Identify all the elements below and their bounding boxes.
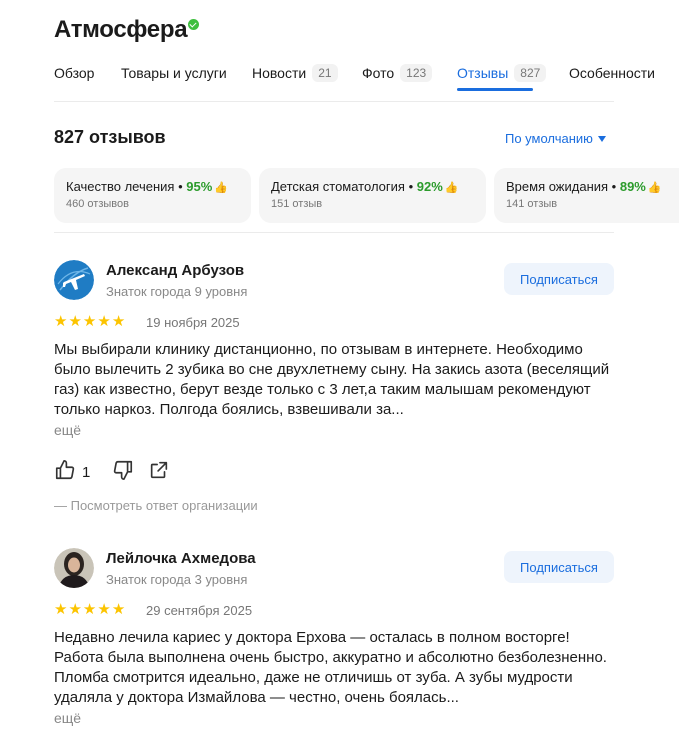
tabs-divider [54,101,614,102]
avatar[interactable] [54,260,94,300]
review-date: 29 сентября 2025 [146,603,253,618]
tab-photos-count: 123 [400,64,433,82]
aspect-percent: 95% [186,179,213,194]
aspect-percent: 92% [416,179,443,194]
author-name[interactable]: Александ Арбузов [106,262,244,279]
review-card: Лейлочка Ахмедова Знаток города 3 уровня… [54,548,614,735]
aspect-card[interactable]: Детская стоматология • 92% 👍 151 отзыв [259,168,486,223]
tab-reviews[interactable]: Отзывы 827 [457,62,569,91]
tab-photos[interactable]: Фото 123 [362,62,457,84]
aspect-name: Детская стоматология [271,179,405,194]
review-text: Мы выбирали клинику дистанционно, по отз… [54,341,610,418]
aspect-card[interactable]: Время ожидания • 89% 👍 141 отзыв [494,168,679,223]
sort-dropdown[interactable]: По умолчанию [505,131,606,146]
more-link[interactable]: ещё [54,422,81,438]
org-title: Атмосфера [54,16,188,43]
share-icon [148,459,170,486]
aspect-reviews: 151 отзыв [271,198,323,210]
aspect-filters: Качество лечения • 95% 👍 460 отзывов Детс… [54,168,679,223]
author-name[interactable]: Лейлочка Ахмедова [106,550,256,567]
review-card: Александ Арбузов Знаток города 9 уровня … [54,260,614,520]
dislike-button[interactable] [112,459,134,486]
star-icon: ★ [68,601,82,618]
star-icon: ★ [97,313,111,330]
subscribe-button[interactable]: Подписаться [504,263,614,295]
star-icon: ★ [68,313,82,330]
star-icon: ★ [82,313,97,330]
share-button[interactable] [148,459,170,486]
verified-badge-icon [188,19,199,30]
tab-overview[interactable]: Обзор [54,62,121,84]
sort-label: По умолчанию [505,131,593,146]
tab-reviews-count: 827 [514,64,547,82]
tabs-bar: Обзор Товары и услуги Новости 21 Фото 123 … [54,62,669,92]
rating-stars: ★ ★ ★ ★ ★ [54,314,125,329]
thumb-up-icon: 👍 [444,182,459,194]
org-reply-link[interactable]: — Посмотреть ответ организации [54,498,258,513]
thumb-up-icon: 👍 [214,182,228,194]
author-level: Знаток города 3 уровня [106,572,248,587]
star-icon: ★ [54,313,68,330]
reviews-count: 827 отзывов [54,127,166,147]
tab-features[interactable]: Особенности [569,62,669,84]
like-button[interactable]: 1 [54,459,90,486]
like-count: 1 [82,464,91,481]
subscribe-button[interactable]: Подписаться [504,551,614,583]
star-icon: ★ [97,601,111,618]
tab-products-services[interactable]: Товары и услуги [121,62,252,84]
author-level: Знаток города 9 уровня [106,284,248,299]
avatar[interactable] [54,548,94,588]
aspect-name: Время ожидания [506,179,609,194]
thumb-up-icon: 👍 [647,182,662,194]
caret-down-icon [597,135,606,142]
star-icon: ★ [111,601,126,618]
tab-news-count: 21 [312,64,338,82]
aspect-reviews: 460 отзывов [66,198,129,210]
thumb-down-icon [112,459,134,486]
review-actions: 1 [54,459,170,486]
aspect-reviews: 141 отзыв [506,198,558,210]
aspect-card[interactable]: Качество лечения • 95% 👍 460 отзывов [54,168,251,223]
tab-news[interactable]: Новости 21 [252,62,362,84]
more-link[interactable]: ещё [54,710,81,726]
star-icon: ★ [54,601,68,618]
review-text: Недавно лечила кариес у доктора Ерхова —… [54,629,607,706]
aspect-name: Качество лечения [66,179,175,194]
aspects-divider [54,232,614,233]
thumb-up-icon [54,459,76,486]
review-date: 19 ноября 2025 [146,315,240,330]
star-icon: ★ [82,601,97,618]
star-icon: ★ [111,313,126,330]
aspect-percent: 89% [619,179,646,194]
rating-stars: ★ ★ ★ ★ ★ [54,602,125,617]
